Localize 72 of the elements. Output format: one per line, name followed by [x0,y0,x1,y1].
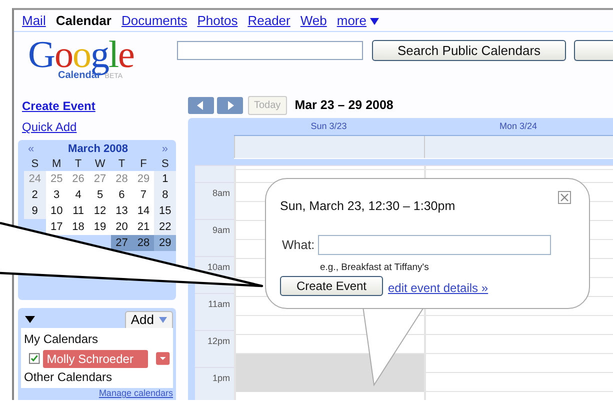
popup-title: Sun, March 23, 12:30 – 1:30pm [280,199,456,213]
nav-link[interactable]: more [336,13,366,28]
nav-link[interactable]: Reader [248,13,290,28]
nav-link[interactable]: Documents [121,13,188,28]
checkbox[interactable] [29,353,40,364]
day-cell[interactable]: 18 [67,219,90,235]
collapse-triangle-icon[interactable] [25,316,35,322]
create-event-button[interactable]: Create Event [280,276,383,296]
next-button[interactable] [217,96,243,114]
day-cell[interactable]: 11 [67,203,90,219]
date-range: Mar 23 – 29 2008 [294,98,394,112]
weekday-label: M [50,157,62,172]
day-cell[interactable]: 26 [67,171,90,187]
day-cell[interactable]: 13 [110,203,133,219]
hour-label: 1pm [195,368,234,400]
sidebar-link[interactable]: Create Event [22,98,185,119]
day-cell[interactable]: 7 [132,187,154,203]
hour-label: 12pm [195,331,234,368]
nav-link[interactable]: Photos [197,13,238,28]
day-cell[interactable]: 4 [67,187,90,203]
day-cell[interactable]: 19 [89,219,111,235]
day-cell[interactable]: 28 [132,235,154,251]
manage-calendars-link[interactable]: Manage calendars [21,388,173,398]
day-cell[interactable]: 10 [46,203,68,219]
day-cell[interactable]: 15 [154,203,176,219]
weekday-label: T [117,157,126,172]
day-cell[interactable]: 21 [132,219,154,235]
weekday-label: W [94,157,106,172]
close-icon[interactable] [558,191,571,204]
nav-link[interactable]: Web [300,13,327,28]
day-cell[interactable]: 8 [154,187,176,203]
day-cell[interactable]: 27 [110,235,133,251]
day-heading[interactable]: Sun 3/23 [234,118,424,135]
day-cell[interactable]: 14 [132,203,154,219]
search-field[interactable] [177,41,364,60]
day-cell[interactable]: 6 [110,187,133,203]
nav-link[interactable]: Calendar [56,13,112,28]
day-cell[interactable]: 9 [24,203,46,219]
previous-button[interactable] [188,96,214,114]
dropdown-arrow-icon[interactable] [370,16,380,24]
day-cell[interactable]: 25 [46,171,68,187]
field-label: What: [282,238,315,252]
weekday-label: S [30,157,40,172]
day-cell[interactable]: 2 [24,187,46,203]
day-cell[interactable]: 12 [89,203,111,219]
sidebar-link[interactable]: Quick Add [22,119,185,140]
hour-label: 11am [195,294,234,331]
day-cell[interactable]: 28 [110,171,133,187]
day-cell[interactable]: 22 [154,219,176,235]
weekday-label: T [74,157,83,172]
day-cell[interactable]: 29 [132,171,154,187]
what-field[interactable] [318,235,551,255]
hour-label: 8am [195,183,234,220]
section-heading[interactable]: My Calendars [24,330,170,349]
day-cell[interactable]: 17 [46,219,68,235]
day-cell[interactable]: 20 [110,219,133,235]
weekday-label: F [139,157,148,172]
day-cell[interactable]: 27 [89,171,111,187]
edit-details-link[interactable]: edit event details » [388,281,488,295]
add-button[interactable]: Add [124,310,173,328]
day-cell[interactable]: 1 [154,171,176,187]
day-cell[interactable]: 29 [154,235,176,251]
month-title: March 2008 [68,143,128,155]
day-cell[interactable]: 5 [89,187,111,203]
button[interactable] [574,40,613,61]
day-cell[interactable]: 3 [46,187,68,203]
section-heading[interactable]: Other Calendars [24,368,170,387]
day-heading[interactable]: Mon 3/24 [424,118,613,135]
hint-text: e.g., Breakfast at Tiffany's [320,262,430,273]
nav-link[interactable]: Mail [22,13,46,28]
search-button[interactable]: Search Public Calendars [372,40,566,61]
weekday-label: S [160,157,170,172]
